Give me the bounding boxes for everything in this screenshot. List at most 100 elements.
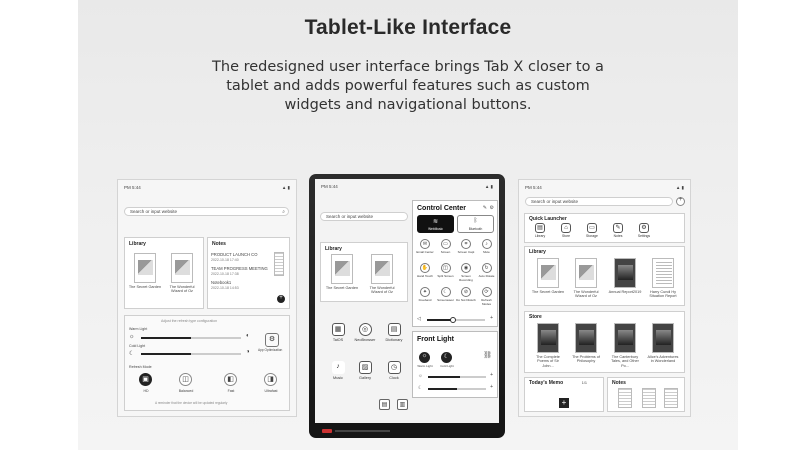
book-cover[interactable] — [537, 258, 559, 288]
stats-icon[interactable]: ▥ — [397, 399, 408, 410]
library-title: Library — [529, 249, 546, 255]
toggle-mute[interactable]: ♪ Mute — [477, 239, 497, 254]
launcher-label: Settings — [637, 234, 651, 238]
toggle-screen-capt[interactable]: ⌗ Screen Capt — [456, 239, 476, 254]
book-title: The Complete Poems of Sir John... — [536, 355, 560, 368]
notes-widget[interactable]: Notes PRODUCT LAUNCH CO 2022-10-18 17:40… — [207, 237, 290, 309]
toggle-screen-recording[interactable]: ◉ Screen Recording — [456, 263, 476, 282]
launcher-notes[interactable]: ✎ Notes — [607, 223, 629, 238]
notes-title: Notes — [212, 241, 226, 247]
todays-memo-widget[interactable]: Today's Memo 1/1 + — [524, 377, 604, 412]
book-title: The Problems of Philosophy — [572, 355, 600, 364]
add-note-button[interactable]: + — [277, 295, 285, 303]
mode-label: Ultrafast — [264, 389, 278, 393]
app-clock[interactable]: ◷ Clock — [382, 361, 406, 380]
status-icons: ▲ ▮ — [281, 185, 290, 190]
settings-hint: Adjust the refresh type configuration — [161, 319, 218, 323]
toggle-auto-rotate[interactable]: ↻ Auto Rotate — [477, 263, 497, 278]
note-thumbnail[interactable] — [664, 388, 678, 408]
launcher-store[interactable]: ⌂ Store — [555, 223, 577, 238]
book-cover[interactable] — [171, 253, 193, 283]
toggle-screensaver[interactable]: ☾ Screensaver — [436, 287, 456, 302]
library-widget[interactable]: Library The Secret Garden The Wonderful … — [124, 237, 204, 309]
search-bar[interactable]: Search or input website — [320, 212, 408, 221]
notes-widget[interactable]: Notes — [607, 377, 685, 412]
book-cover[interactable] — [614, 258, 636, 288]
gear-icon: ⚙ — [639, 223, 649, 233]
launcher-storage[interactable]: ▭ Storage — [581, 223, 603, 238]
book-title: The Secret Garden — [325, 286, 359, 290]
cold-light-slider[interactable] — [428, 388, 486, 390]
book-cover[interactable] — [652, 323, 674, 353]
notes-icon: ✎ — [613, 223, 623, 233]
gear-icon[interactable]: ⚙ — [490, 205, 494, 211]
toggle-email-center[interactable]: ✉ Email Center — [415, 239, 435, 254]
app-taios[interactable]: ▦ TaiOS — [326, 323, 350, 342]
note-title[interactable]: TEAM PROGRESS MEETING — [211, 266, 268, 271]
warm-light-slider[interactable] — [141, 337, 241, 339]
toggle-screen[interactable]: ▭ Screen — [436, 239, 456, 254]
book-cover[interactable] — [331, 254, 353, 284]
book-cover[interactable] — [652, 258, 674, 288]
toggle-hand-touch[interactable]: ✋ Hand Touch — [415, 263, 435, 278]
note-thumbnail[interactable] — [618, 388, 632, 408]
book-cover[interactable] — [575, 258, 597, 288]
book-cover[interactable] — [371, 254, 393, 284]
mode-label: Balanced — [178, 389, 194, 393]
book-cover[interactable] — [537, 323, 559, 353]
book-title: The Wonderful Wizard of Oz — [369, 286, 395, 295]
volume-slider[interactable] — [427, 317, 485, 323]
library-widget[interactable]: Library The Secret Garden The Wonderful … — [524, 246, 685, 306]
reader-icon[interactable]: ▤ — [379, 399, 390, 410]
app-music[interactable]: ♪ Music — [326, 361, 350, 380]
add-memo-button[interactable]: + — [559, 398, 569, 408]
toggle-refresh-modes[interactable]: ⟳ Refresh Modes — [477, 287, 497, 306]
search-bar[interactable]: Search or input website ⌕ — [124, 207, 289, 216]
note-title[interactable]: PRODUCT LAUNCH CO — [211, 252, 257, 257]
wifi-tile[interactable]: ≋ WebMusic — [417, 215, 454, 233]
launcher-settings[interactable]: ⚙ Settings — [633, 223, 655, 238]
link-icon[interactable]: ⛓ — [483, 351, 492, 359]
clock-icon: ◷ — [387, 361, 401, 374]
note-title[interactable]: Notebook1 — [211, 280, 231, 285]
cold-light-slider[interactable] — [141, 353, 241, 355]
bluetooth-tile[interactable]: ᛒ Bluetooth — [457, 215, 494, 233]
toggle-split-screen[interactable]: ◫ Split Screen — [436, 263, 456, 278]
book-cover[interactable] — [134, 253, 156, 283]
launcher-library[interactable]: ▤ Library — [529, 223, 551, 238]
todays-memo-title: Today's Memo — [529, 380, 564, 386]
moon-icon: ☾ — [129, 351, 135, 357]
cold-light-button[interactable]: ☾ — [441, 352, 452, 363]
toggle-label: Mute — [483, 250, 490, 254]
mode-label: HD — [143, 389, 149, 393]
toggle-do-not-disturb[interactable]: ⊘ Do Not Disturb — [456, 287, 476, 302]
toggle-freeband[interactable]: ✦ Freeband — [415, 287, 435, 302]
warm-light-slider[interactable] — [428, 376, 486, 378]
add-widget-button[interactable]: + — [676, 197, 685, 206]
book-cover[interactable] — [614, 323, 636, 353]
toggle-label: Do Not Disturb — [456, 298, 476, 302]
fast-mode-button[interactable]: ◧ — [224, 373, 237, 386]
store-widget[interactable]: Store The Complete Poems of Sir John... … — [524, 311, 685, 373]
toggle-label: Screen Recording — [459, 274, 473, 282]
book-title: The Canterbury Tales, and Other Po... — [611, 355, 639, 368]
search-placeholder: Search or input website — [531, 199, 579, 204]
note-thumbnail[interactable] — [642, 388, 656, 408]
warm-light-button[interactable]: ☼ — [419, 352, 430, 363]
app-gallery[interactable]: ▨ Gallery — [353, 361, 377, 380]
front-light-title: Front Light — [417, 336, 454, 343]
search-bar[interactable]: Search or input website — [525, 197, 673, 206]
balanced-mode-button[interactable]: ◫ — [179, 373, 192, 386]
app-neobrowser[interactable]: ◎ NeoBrowser — [353, 323, 377, 342]
ultrafast-mode-button[interactable]: ◨ — [264, 373, 277, 386]
app-dictionary[interactable]: ▤ Dictionary — [382, 323, 406, 342]
library-widget[interactable]: Library The Secret Garden The Wonderful … — [320, 242, 408, 302]
book-cover[interactable] — [575, 323, 597, 353]
edit-icon[interactable]: ✎ — [483, 205, 487, 211]
app-optimization-icon[interactable]: ⚙ — [265, 333, 279, 347]
warm-light-label: Warm Light — [417, 364, 433, 368]
refresh-mode-label: Refresh Mode — [129, 365, 152, 369]
crop-icon: ⌗ — [461, 239, 471, 249]
hd-mode-button[interactable]: ▣ — [139, 373, 152, 386]
e-reader-device: PM 5:44 ▲ ▮ Search or input website Libr… — [309, 174, 505, 438]
